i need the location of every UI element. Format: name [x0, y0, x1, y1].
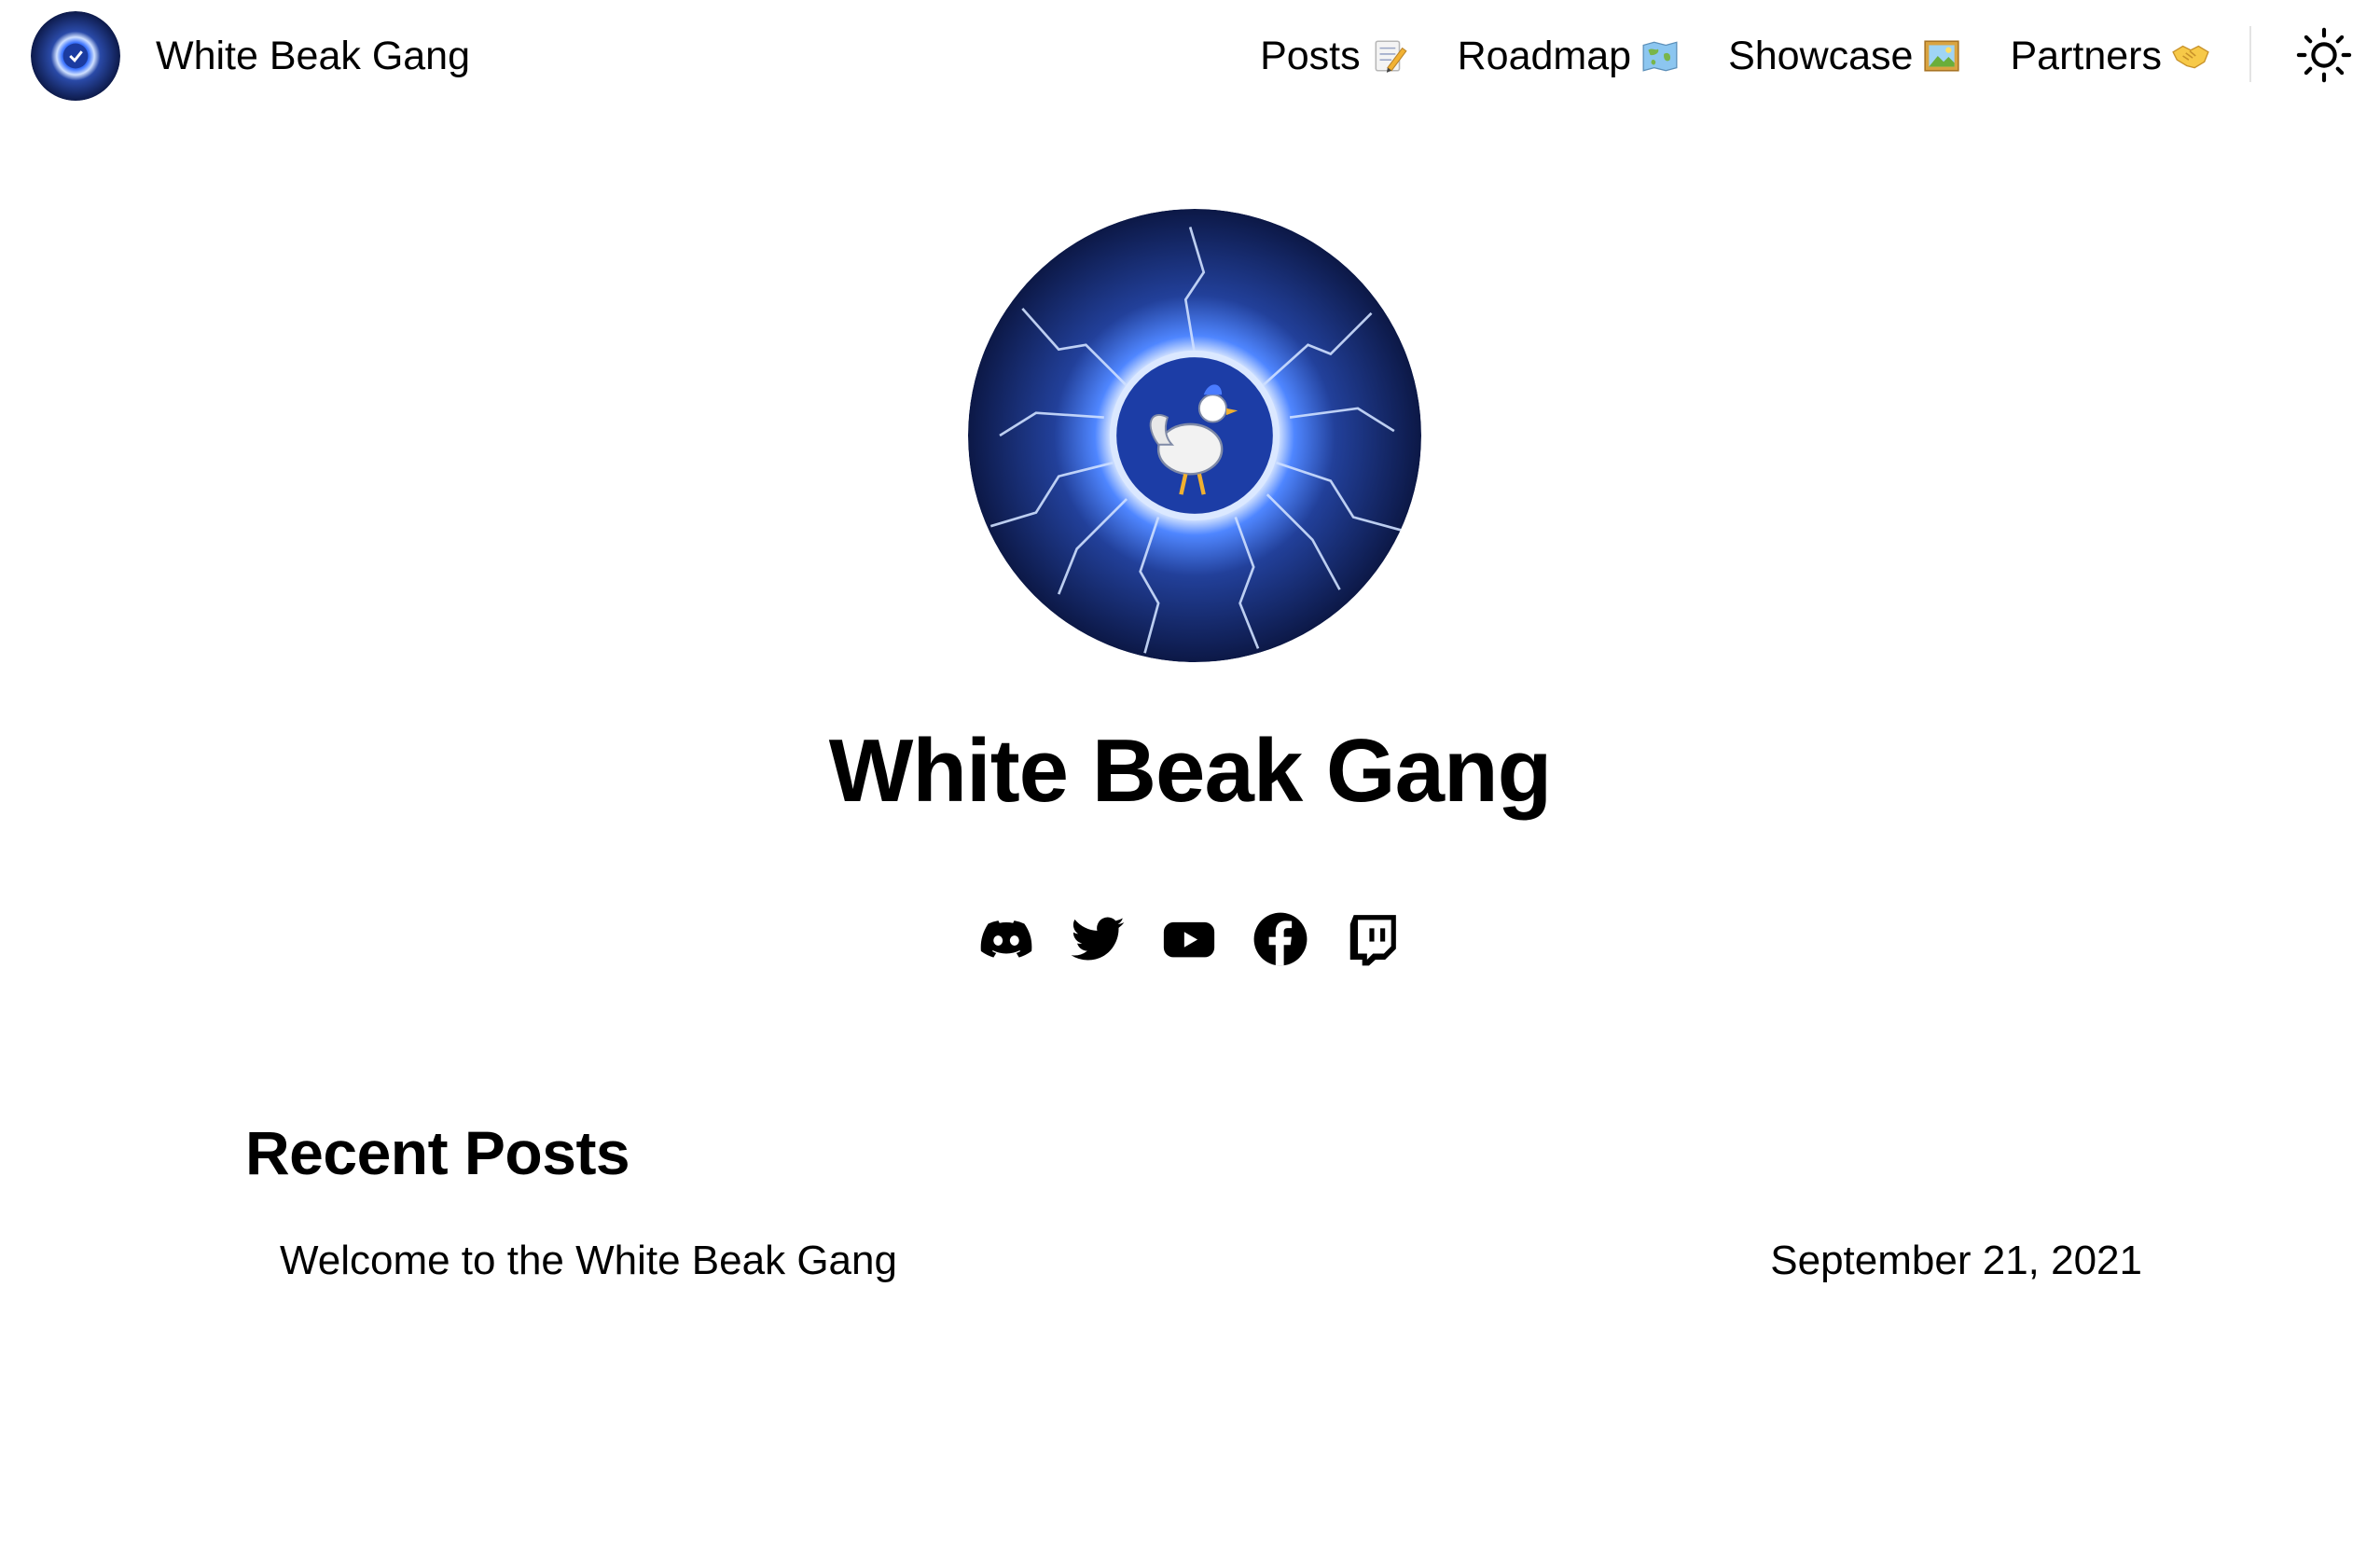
main-nav: Posts Roadmap Showcase Partners [1260, 21, 2210, 91]
twitter-link[interactable] [1067, 908, 1128, 970]
brand-home-link[interactable]: White Beak Gang [31, 9, 470, 103]
theme-toggle-button[interactable] [2292, 23, 2356, 87]
list-item: Welcome to the White Beak Gang September… [280, 1233, 2145, 1289]
youtube-link[interactable] [1158, 908, 1220, 970]
page: White Beak Gang Posts Roadmap Showcase P… [0, 0, 2380, 1550]
discord-link[interactable] [976, 908, 1037, 970]
nav-showcase[interactable]: Showcase [1728, 34, 1961, 79]
memo-emoji-icon [1370, 36, 1409, 76]
nav-divider [2249, 26, 2251, 82]
twitch-icon [1349, 915, 1396, 966]
recent-posts-heading: Recent Posts [245, 1118, 630, 1187]
nav-roadmap-label: Roadmap [1457, 33, 1632, 78]
post-title-link[interactable]: Welcome to the White Beak Gang [280, 1238, 897, 1284]
discord-icon [980, 920, 1032, 958]
facebook-link[interactable] [1250, 908, 1311, 970]
hero-logo [968, 209, 1421, 662]
facebook-icon [1253, 912, 1308, 966]
site-header: White Beak Gang Posts Roadmap Showcase P… [0, 0, 2380, 112]
site-title: White Beak Gang [828, 721, 1552, 821]
nav-partners[interactable]: Partners [2010, 34, 2210, 79]
nav-posts[interactable]: Posts [1260, 34, 1409, 79]
nav-showcase-label: Showcase [1728, 33, 1914, 78]
twitter-icon [1071, 917, 1125, 961]
world-map-emoji-icon [1640, 36, 1680, 76]
site-logo [31, 11, 120, 101]
post-date: September 21, 2021 [1770, 1238, 2142, 1283]
brand-title: White Beak Gang [156, 33, 471, 78]
handshake-emoji-icon [2171, 36, 2210, 76]
social-links [976, 906, 1432, 972]
nav-posts-label: Posts [1260, 33, 1361, 78]
nav-roadmap[interactable]: Roadmap [1458, 34, 1680, 79]
sun-icon [2296, 27, 2352, 83]
framed-picture-emoji-icon [1922, 36, 1961, 76]
youtube-icon [1163, 921, 1215, 958]
nav-partners-label: Partners [2010, 33, 2162, 78]
twitch-link[interactable] [1341, 908, 1403, 970]
